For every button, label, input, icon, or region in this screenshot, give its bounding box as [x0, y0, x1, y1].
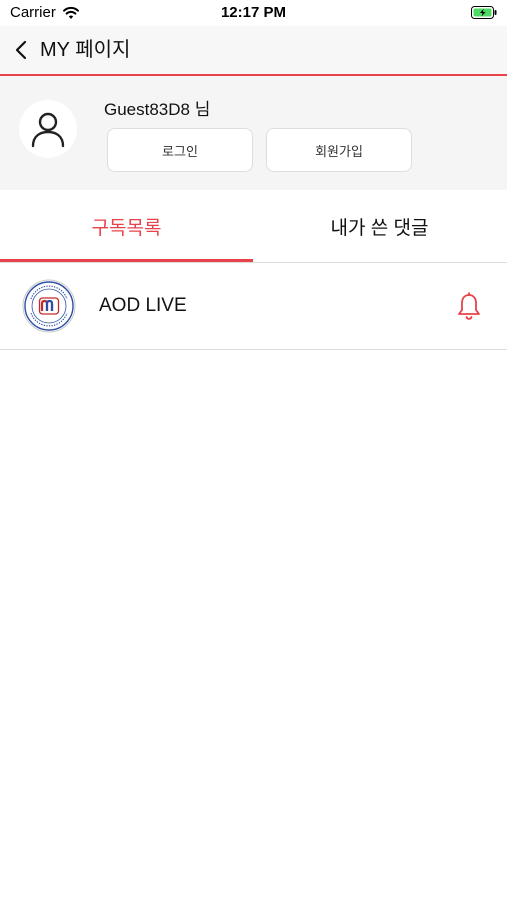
chevron-left-icon — [15, 40, 27, 60]
status-bar: Carrier 12:17 PM — [0, 0, 507, 26]
back-button[interactable] — [8, 36, 34, 64]
profile-section: Guest83D8 님 로그인 회원가입 — [0, 76, 507, 190]
seminary-seal-logo — [22, 279, 76, 333]
tab-subscriptions[interactable]: 구독목록 — [0, 190, 253, 262]
tab-my-comments[interactable]: 내가 쓴 댓글 — [253, 190, 506, 262]
channel-name: AOD LIVE — [99, 295, 187, 316]
guest-name: Guest83D8 님 — [104, 100, 211, 119]
navigation-bar: MY 페이지 — [0, 26, 507, 74]
page-title: MY 페이지 — [40, 39, 131, 61]
login-button[interactable]: 로그인 — [107, 128, 253, 172]
tab-bar: 구독목록 내가 쓴 댓글 — [0, 190, 507, 264]
status-time: 12:17 PM — [220, 4, 287, 21]
list-divider — [0, 349, 507, 350]
signup-button[interactable]: 회원가입 — [266, 128, 412, 172]
user-icon — [31, 112, 65, 148]
bell-icon[interactable] — [456, 292, 482, 322]
subscription-item[interactable]: AOD LIVE — [0, 264, 507, 349]
battery-charging-icon — [471, 6, 497, 19]
avatar — [19, 100, 77, 158]
tabs-divider — [0, 262, 507, 263]
